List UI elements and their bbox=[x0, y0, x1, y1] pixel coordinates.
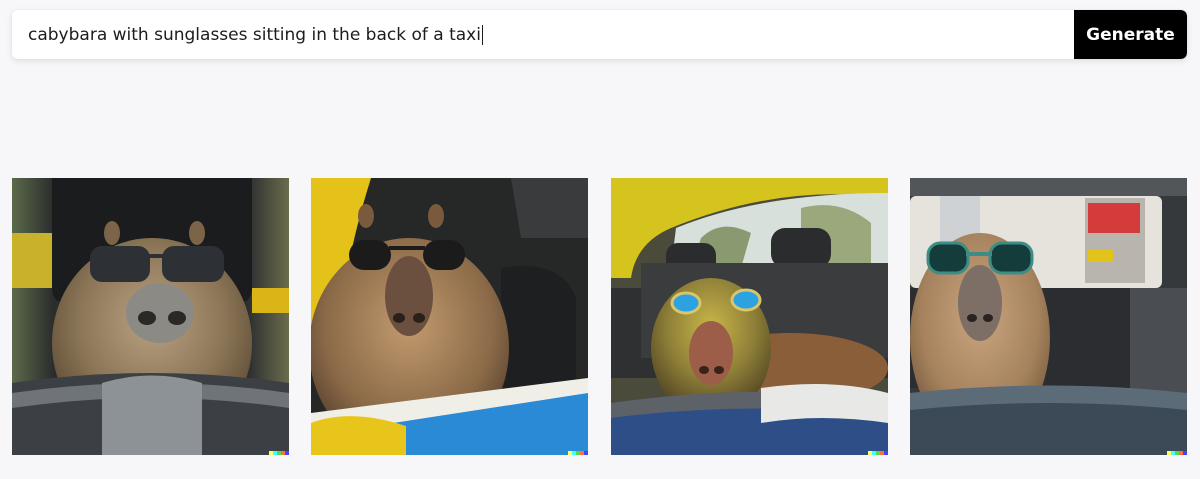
prompt-bar: cabybara with sunglasses sitting in the … bbox=[12, 10, 1187, 59]
watermark-signature bbox=[1167, 451, 1187, 455]
result-image-3[interactable] bbox=[611, 178, 888, 455]
prompt-text: cabybara with sunglasses sitting in the … bbox=[28, 24, 481, 45]
results-grid bbox=[12, 178, 1187, 455]
watermark-signature bbox=[269, 451, 289, 455]
result-image-1[interactable] bbox=[12, 178, 289, 455]
capybara-sunglasses-image bbox=[311, 178, 588, 455]
text-caret bbox=[481, 24, 483, 45]
watermark-signature bbox=[568, 451, 588, 455]
result-image-4[interactable] bbox=[910, 178, 1187, 455]
capybara-sunglasses-image bbox=[12, 178, 289, 455]
result-image-2[interactable] bbox=[311, 178, 588, 455]
capybara-sunglasses-image bbox=[910, 178, 1187, 455]
capybara-goggles-image bbox=[611, 178, 888, 455]
generate-button[interactable]: Generate bbox=[1074, 10, 1187, 59]
watermark-signature bbox=[868, 451, 888, 455]
prompt-input[interactable]: cabybara with sunglasses sitting in the … bbox=[12, 10, 1074, 59]
